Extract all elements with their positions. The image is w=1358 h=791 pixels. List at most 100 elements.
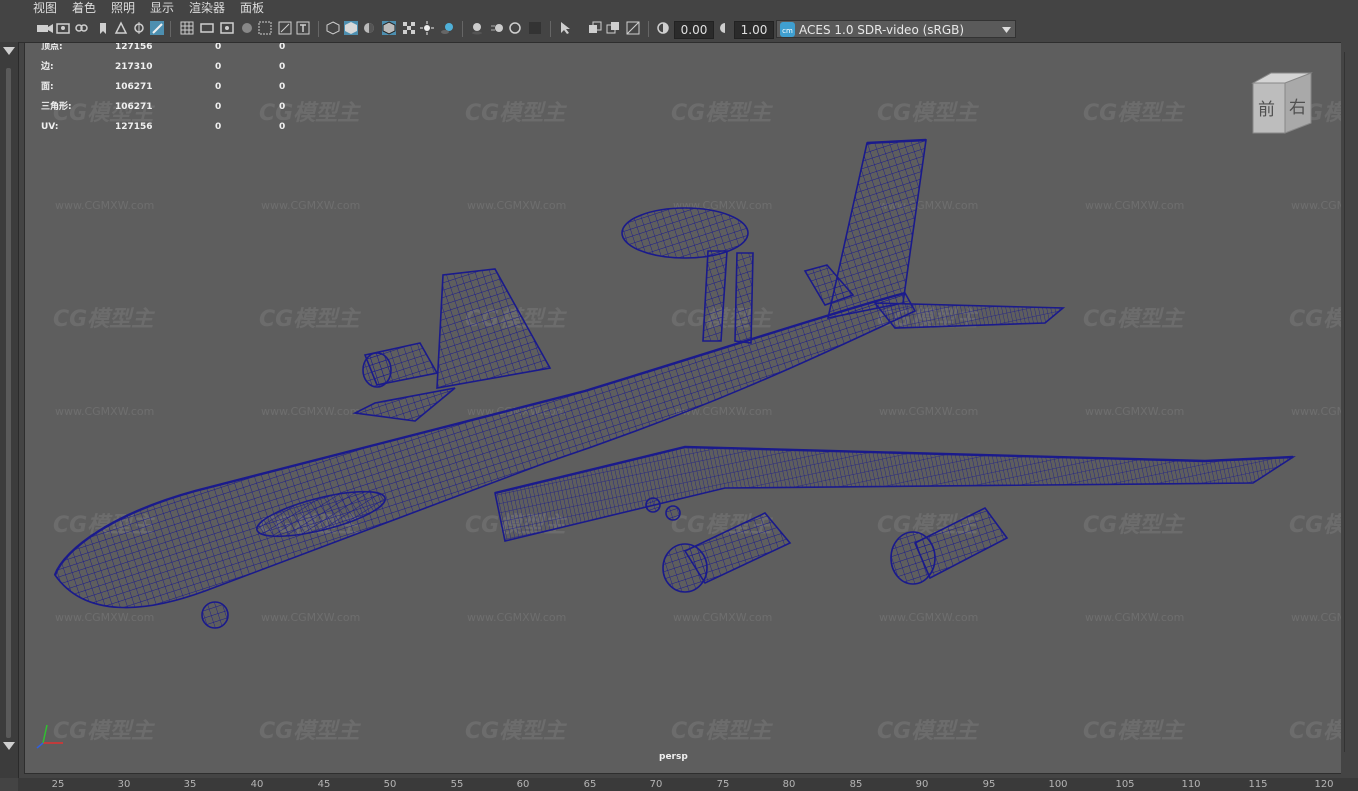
field-chart-icon[interactable] <box>258 21 272 35</box>
menu-panels[interactable]: 面板 <box>240 0 264 16</box>
viewport-persp[interactable]: CG模型主 www.CGMXW.com CG模型主 www.CGMXW.com CG模型… <box>24 42 1342 774</box>
hud-value: 127156 <box>115 122 153 132</box>
view-cube[interactable]: 前 右 <box>1249 71 1313 135</box>
hud-value: 0 <box>279 62 286 72</box>
image-plane-icon[interactable] <box>114 21 128 35</box>
camera-icon[interactable] <box>36 21 54 35</box>
chevron-down-icon <box>1002 27 1011 33</box>
xray-active-icon[interactable] <box>606 21 620 35</box>
hud-value: 0 <box>279 82 286 92</box>
camera-attributes-icon[interactable] <box>56 21 70 35</box>
film-gate-icon[interactable] <box>200 21 214 35</box>
hud-value: 217310 <box>115 62 153 72</box>
toolbar-divider <box>550 21 551 37</box>
xray-icon[interactable] <box>402 21 416 35</box>
hud-label-edges: 边: <box>41 62 54 72</box>
hud-value: 0 <box>279 102 286 112</box>
safe-title-icon[interactable] <box>296 21 310 35</box>
tick-label: 75 <box>716 779 730 790</box>
airplane-wireframe[interactable] <box>25 43 1341 773</box>
right-strip <box>1341 42 1358 778</box>
hud-value: 106271 <box>115 102 153 112</box>
hud-value: 0 <box>215 122 222 132</box>
hud-value: 0 <box>215 42 222 52</box>
collapse-arrow-icon[interactable] <box>3 742 15 750</box>
panel-toolbar: 0.00 1.00 cm ACES 1.0 SDR-video (sRGB) <box>0 16 1358 43</box>
tick-label: 45 <box>317 779 331 790</box>
wireframe-icon[interactable] <box>326 21 340 35</box>
pencil-icon[interactable] <box>150 21 164 35</box>
tick-label: 55 <box>450 779 464 790</box>
motion-blur-icon[interactable] <box>490 21 504 35</box>
timeline-ruler[interactable]: 25 30 35 40 45 50 55 60 65 70 75 80 85 9… <box>18 778 1358 791</box>
tick-label: 35 <box>183 779 197 790</box>
texture-icon[interactable] <box>626 21 640 35</box>
menu-shading[interactable]: 着色 <box>72 0 96 16</box>
tick-label: 80 <box>782 779 796 790</box>
tick-label: 50 <box>383 779 397 790</box>
toolbar-divider <box>318 21 319 37</box>
hud-value: 127156 <box>115 42 153 52</box>
exposure-field[interactable]: 0.00 <box>674 21 714 39</box>
color-management-select[interactable]: cm ACES 1.0 SDR-video (sRGB) <box>776 20 1016 38</box>
anti-aliasing-icon[interactable] <box>508 21 522 35</box>
menu-view[interactable]: 视图 <box>33 0 57 16</box>
tick-label: 90 <box>915 779 929 790</box>
hud-value: 0 <box>279 122 286 132</box>
expand-arrow-icon[interactable] <box>3 47 15 55</box>
hud-label-triangles: 三角形: <box>41 102 72 112</box>
safe-action-icon[interactable] <box>278 21 292 35</box>
shadows-icon[interactable] <box>440 21 454 35</box>
color-management-icon: cm <box>780 22 795 37</box>
view-cube-right[interactable]: 右 <box>1289 93 1306 118</box>
tick-label: 40 <box>250 779 264 790</box>
menu-renderer[interactable]: 渲染器 <box>189 0 225 16</box>
svg-text:cm: cm <box>782 27 793 35</box>
left-strip <box>0 42 19 778</box>
toolbar-divider <box>462 21 463 37</box>
use-all-lights-icon[interactable] <box>420 21 434 35</box>
grid-icon[interactable] <box>180 21 194 35</box>
tick-label: 95 <box>982 779 996 790</box>
tick-label: 25 <box>51 779 65 790</box>
camera-name-label: persp <box>659 752 688 762</box>
hud-value: 0 <box>215 62 222 72</box>
smooth-shade-icon[interactable] <box>344 21 358 35</box>
tick-label: 60 <box>516 779 530 790</box>
view-cube-front[interactable]: 前 <box>1258 95 1275 120</box>
exposure-icon[interactable] <box>656 21 670 35</box>
axis-gizmo <box>36 724 63 749</box>
tick-label: 115 <box>1248 779 1268 790</box>
bookmark-icon[interactable] <box>96 21 110 35</box>
color-management-label: ACES 1.0 SDR-video (sRGB) <box>799 23 965 37</box>
default-material-icon[interactable] <box>362 21 376 35</box>
hud-label-vertices: 顶点: <box>41 42 63 52</box>
tick-label: 105 <box>1115 779 1135 790</box>
scrollbar[interactable] <box>6 68 11 738</box>
hud-label-uvs: UV: <box>41 122 59 132</box>
xray-joints-icon[interactable] <box>588 21 602 35</box>
tick-label: 30 <box>117 779 131 790</box>
gamma-field[interactable]: 1.00 <box>734 21 774 39</box>
depth-of-field-icon[interactable] <box>528 21 542 35</box>
pivot-icon[interactable] <box>132 21 146 35</box>
wireframe-on-shaded-icon[interactable] <box>382 21 396 35</box>
isolate-select-icon[interactable] <box>558 21 572 35</box>
gamma-icon[interactable] <box>718 21 732 35</box>
ambient-occlusion-icon[interactable] <box>470 21 484 35</box>
menu-show[interactable]: 显示 <box>150 0 174 16</box>
menu-lighting[interactable]: 照明 <box>111 0 135 16</box>
resolution-gate-icon[interactable] <box>220 21 234 35</box>
tick-label: 85 <box>849 779 863 790</box>
toolbar-divider <box>648 21 649 37</box>
tick-label: 120 <box>1314 779 1334 790</box>
hud-value: 106271 <box>115 82 153 92</box>
hud-value: 0 <box>279 42 286 52</box>
panel-menubar: 视图 着色 照明 显示 渲染器 面板 <box>0 0 1358 16</box>
hud-value: 0 <box>215 102 222 112</box>
gate-mask-icon[interactable] <box>240 21 254 35</box>
hud-label-faces: 面: <box>41 82 54 92</box>
tick-label: 65 <box>583 779 597 790</box>
tick-label: 70 <box>649 779 663 790</box>
camera-tools-icon[interactable] <box>74 21 88 35</box>
